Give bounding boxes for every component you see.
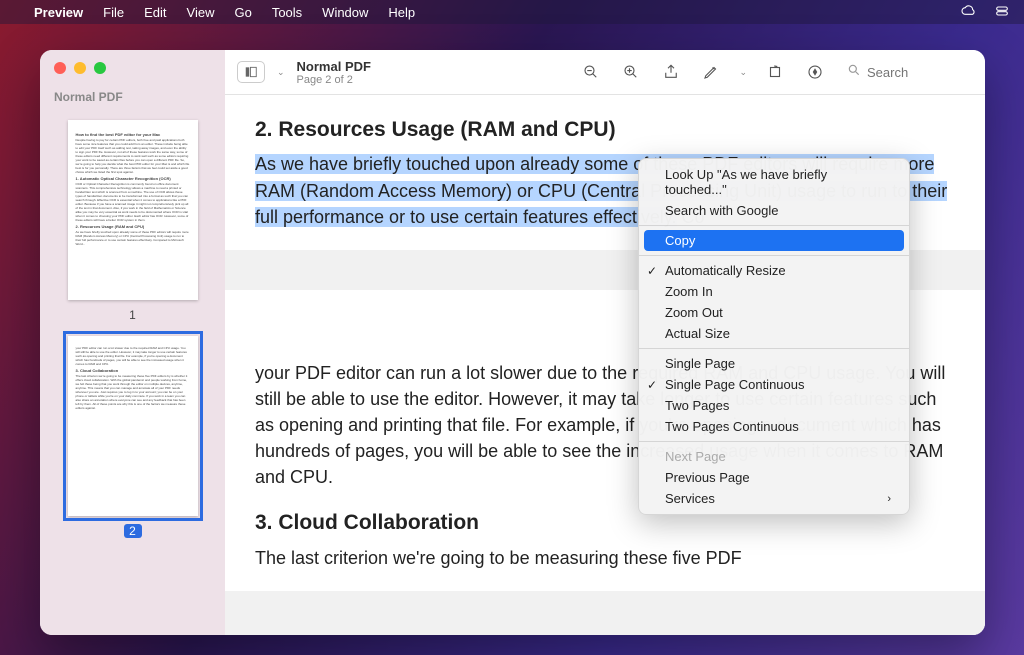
menu-window[interactable]: Window — [322, 5, 368, 20]
menu-item-actual-size[interactable]: Actual Size — [639, 323, 909, 344]
context-menu: Look Up "As we have briefly touched..." … — [638, 158, 910, 515]
toolbar: ⌄ Normal PDF Page 2 of 2 ⌄ — [225, 50, 985, 95]
menu-separator — [639, 441, 909, 442]
system-menubar: Preview File Edit View Go Tools Window H… — [0, 0, 1024, 24]
markup-button[interactable] — [697, 58, 725, 86]
menu-item-lookup[interactable]: Look Up "As we have briefly touched..." — [639, 164, 909, 200]
body-paragraph: The last criterion we're going to be mea… — [255, 545, 955, 571]
menu-file[interactable]: File — [103, 5, 124, 20]
submenu-arrow-icon: › — [887, 493, 891, 505]
page-thumbnail-2[interactable]: your PDF editor can run a lot slower due… — [68, 336, 198, 516]
page-indicator: Page 2 of 2 — [297, 74, 371, 86]
page-thumbnail-1[interactable]: How to find the best PDF editor for your… — [68, 120, 198, 300]
search-field[interactable] — [841, 61, 973, 84]
view-mode-button[interactable] — [237, 61, 265, 83]
sidebar-title: Normal PDF — [40, 90, 225, 114]
menu-separator — [639, 225, 909, 226]
menu-item-previous-page[interactable]: Previous Page — [639, 467, 909, 488]
menu-item-next-page: Next Page — [639, 446, 909, 467]
check-icon: ✓ — [647, 378, 657, 392]
menu-view[interactable]: View — [187, 5, 215, 20]
menu-item-auto-resize[interactable]: ✓Automatically Resize — [639, 260, 909, 281]
close-button[interactable] — [54, 62, 66, 74]
menu-go[interactable]: Go — [234, 5, 251, 20]
menu-item-search-google[interactable]: Search with Google — [639, 200, 909, 221]
menu-help[interactable]: Help — [388, 5, 415, 20]
menu-item-single-continuous[interactable]: ✓Single Page Continuous — [639, 374, 909, 395]
check-icon: ✓ — [647, 264, 657, 278]
share-button[interactable] — [657, 58, 685, 86]
menu-item-copy[interactable]: Copy — [644, 230, 904, 251]
menu-item-single-page[interactable]: Single Page — [639, 353, 909, 374]
menu-item-two-continuous[interactable]: Two Pages Continuous — [639, 416, 909, 437]
rotate-button[interactable] — [761, 58, 789, 86]
chevron-down-icon[interactable]: ⌄ — [275, 67, 287, 78]
minimize-button[interactable] — [74, 62, 86, 74]
menu-separator — [639, 348, 909, 349]
search-icon — [847, 63, 861, 82]
menu-item-zoom-out[interactable]: Zoom Out — [639, 302, 909, 323]
menu-separator — [639, 255, 909, 256]
search-input[interactable] — [867, 65, 967, 80]
menu-edit[interactable]: Edit — [144, 5, 166, 20]
thumbnail-sidebar: Normal PDF How to find the best PDF edit… — [40, 50, 225, 635]
section-heading: 2. Resources Usage (RAM and CPU) — [255, 115, 955, 145]
menu-item-two-pages[interactable]: Two Pages — [639, 395, 909, 416]
zoom-in-button[interactable] — [617, 58, 645, 86]
highlight-button[interactable] — [801, 58, 829, 86]
zoom-out-button[interactable] — [577, 58, 605, 86]
page-number-2: 2 — [124, 524, 142, 538]
page-number-1: 1 — [54, 308, 211, 322]
fullscreen-button[interactable] — [94, 62, 106, 74]
app-menu[interactable]: Preview — [34, 5, 83, 20]
menu-item-services[interactable]: Services› — [639, 488, 909, 509]
document-title: Normal PDF — [297, 59, 371, 74]
control-center-icon[interactable] — [994, 3, 1010, 22]
menu-item-zoom-in[interactable]: Zoom In — [639, 281, 909, 302]
menu-tools[interactable]: Tools — [272, 5, 302, 20]
window-controls — [40, 62, 225, 90]
creative-cloud-icon[interactable] — [960, 3, 976, 22]
markup-dropdown-icon[interactable]: ⌄ — [737, 67, 749, 78]
